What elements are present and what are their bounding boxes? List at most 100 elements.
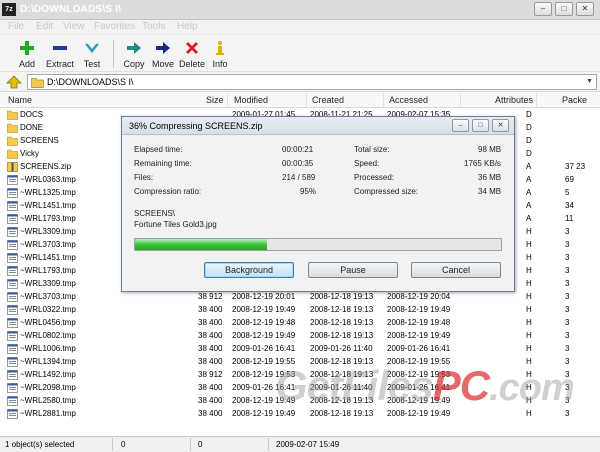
menu-edit[interactable]: Edit bbox=[36, 21, 53, 32]
file-name: ~WRL0802.tmp bbox=[20, 331, 76, 340]
file-attributes: D bbox=[526, 149, 532, 158]
remaining-value: 00:00:35 bbox=[282, 159, 314, 168]
add-button[interactable]: Add bbox=[15, 39, 39, 69]
file-packed: 3 bbox=[565, 331, 570, 340]
address-field[interactable]: D:\DOWNLOADS\S I\ ▼ bbox=[27, 74, 597, 90]
document-icon bbox=[7, 279, 18, 289]
dialog-maximize-button[interactable]: □ bbox=[472, 119, 489, 132]
file-packed: 34 bbox=[565, 201, 574, 210]
dialog-minimize-button[interactable]: – bbox=[452, 119, 469, 132]
file-row[interactable]: ~WRL0456.tmp 38 400 2008-12-19 19:48 2008-1… bbox=[0, 317, 600, 330]
ratio-value: 95% bbox=[300, 187, 317, 196]
folder-icon bbox=[7, 149, 18, 159]
minimize-button[interactable]: – bbox=[534, 2, 552, 16]
status-divider bbox=[190, 438, 191, 451]
extract-button[interactable]: Extract bbox=[44, 39, 76, 69]
cancel-button[interactable]: Cancel bbox=[411, 262, 501, 278]
file-attributes: H bbox=[526, 409, 532, 418]
progress-fill bbox=[135, 239, 267, 250]
file-size: 38 400 bbox=[198, 331, 223, 340]
document-icon bbox=[7, 227, 18, 237]
menu-view[interactable]: View bbox=[63, 21, 85, 32]
file-name: ~WRL3703.tmp bbox=[20, 240, 76, 249]
file-name: ~WRL1451.tmp bbox=[20, 201, 76, 210]
files-value: 214 / 589 bbox=[282, 173, 316, 182]
menu-file[interactable]: File bbox=[8, 21, 24, 32]
col-attributes[interactable]: Attributes bbox=[495, 95, 533, 105]
col-accessed[interactable]: Accessed bbox=[389, 95, 428, 105]
file-packed: 3 bbox=[565, 305, 570, 314]
col-name[interactable]: Name bbox=[8, 95, 32, 105]
document-icon bbox=[7, 292, 18, 302]
col-modified[interactable]: Modified bbox=[234, 95, 268, 105]
up-folder-icon[interactable] bbox=[6, 75, 22, 89]
total-size-value: 98 MB bbox=[478, 145, 502, 154]
copy-label: Copy bbox=[123, 59, 145, 69]
file-name: ~WRL1006.tmp bbox=[20, 344, 76, 353]
menu-favorites[interactable]: Favorites bbox=[94, 21, 135, 32]
compressed-size-value: 34 MB bbox=[478, 187, 502, 196]
document-icon bbox=[7, 201, 18, 211]
background-button[interactable]: Background bbox=[204, 262, 294, 278]
file-size: 38 400 bbox=[198, 396, 223, 405]
status-packed: 0 bbox=[198, 440, 203, 449]
menu-help[interactable]: Help bbox=[177, 21, 198, 32]
speed-value: 1765 KB/s bbox=[464, 159, 501, 168]
file-accessed: 2008-12-19 19:49 bbox=[387, 409, 451, 418]
document-icon bbox=[7, 214, 18, 224]
delete-button[interactable]: Delete bbox=[178, 39, 206, 69]
move-arrow-icon bbox=[151, 39, 175, 57]
document-icon bbox=[7, 370, 18, 380]
compression-dialog: 36% Compressing SCREENS.zip – □ ✕ Elapse… bbox=[121, 116, 515, 292]
file-packed: 3 bbox=[565, 292, 570, 301]
status-modified: 2009-02-07 15:49 bbox=[276, 440, 340, 449]
zip-archive-icon bbox=[7, 162, 18, 172]
file-packed: 3 bbox=[565, 266, 570, 275]
file-packed: 3 bbox=[565, 279, 570, 288]
move-label: Move bbox=[151, 59, 174, 69]
column-divider bbox=[536, 93, 537, 108]
file-row[interactable]: ~WRL0802.tmp 38 400 2008-12-19 19:49 2008-1… bbox=[0, 330, 600, 343]
file-attributes: H bbox=[526, 305, 532, 314]
file-size: 38 400 bbox=[198, 305, 223, 314]
file-name: ~WRL0322.tmp bbox=[20, 305, 76, 314]
file-modified: 2008-12-19 20:01 bbox=[232, 292, 296, 301]
file-attributes: H bbox=[526, 253, 532, 262]
close-button[interactable]: ✕ bbox=[576, 2, 594, 16]
document-icon bbox=[7, 383, 18, 393]
col-created[interactable]: Created bbox=[312, 95, 344, 105]
file-row[interactable]: ~WRL3703.tmp 38 912 2008-12-19 20:01 2008-1… bbox=[0, 291, 600, 304]
col-packed[interactable]: Packe bbox=[562, 95, 587, 105]
copy-button[interactable]: Copy bbox=[122, 39, 146, 69]
file-packed: 37 23 bbox=[565, 162, 586, 171]
move-button[interactable]: Move bbox=[151, 39, 175, 69]
speed-label: Speed: bbox=[354, 159, 380, 168]
watermark-files: Files bbox=[342, 362, 434, 409]
maximize-button[interactable]: □ bbox=[555, 2, 573, 16]
info-button[interactable]: Info bbox=[209, 39, 231, 69]
address-path: D:\DOWNLOADS\S I\ bbox=[47, 77, 134, 87]
file-size: 38 400 bbox=[198, 344, 223, 353]
file-modified: 2009-01-26 16:41 bbox=[232, 344, 296, 353]
menu-tools[interactable]: Tools bbox=[142, 21, 165, 32]
column-divider bbox=[460, 93, 461, 108]
file-row[interactable]: ~WRL1006.tmp 38 400 2009-01-26 16:41 2009-0… bbox=[0, 343, 600, 356]
file-attributes: D bbox=[526, 123, 532, 132]
toolbar: Add Extract Test Copy Move Delete Info bbox=[0, 34, 600, 72]
dialog-close-button[interactable]: ✕ bbox=[492, 119, 509, 132]
test-button[interactable]: Test bbox=[80, 39, 104, 69]
document-icon bbox=[7, 188, 18, 198]
chevron-down-icon[interactable]: ▼ bbox=[586, 78, 593, 85]
file-packed: 69 bbox=[565, 175, 574, 184]
file-accessed: 2008-12-19 19:49 bbox=[387, 331, 451, 340]
document-icon bbox=[7, 266, 18, 276]
file-attributes: H bbox=[526, 266, 532, 275]
file-size: 38 912 bbox=[198, 370, 223, 379]
file-row[interactable]: ~WRL0322.tmp 38 400 2008-12-19 19:49 2008-1… bbox=[0, 304, 600, 317]
pause-button[interactable]: Pause bbox=[308, 262, 398, 278]
file-accessed: 2008-12-19 20:04 bbox=[387, 292, 451, 301]
status-divider bbox=[268, 438, 269, 451]
col-size[interactable]: Size bbox=[206, 95, 224, 105]
test-label: Test bbox=[83, 59, 101, 69]
file-name: ~WRL3703.tmp bbox=[20, 292, 76, 301]
